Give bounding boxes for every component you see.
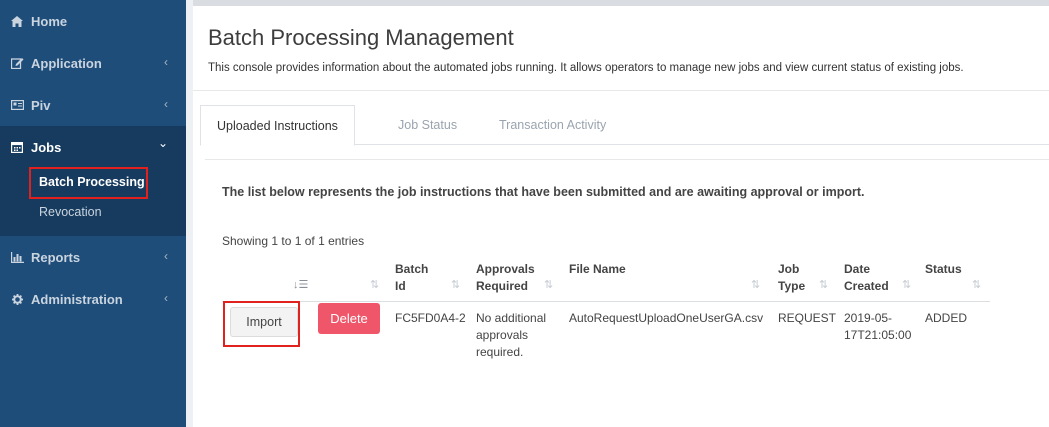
sort-icon[interactable]: ⇅: [370, 278, 379, 291]
chevron-left-icon: ‹: [164, 55, 168, 69]
tab-job-status[interactable]: Job Status: [382, 105, 473, 145]
column-header-batch-id[interactable]: Batch Id: [395, 261, 428, 295]
column-header-date-created[interactable]: Date Created: [844, 261, 889, 295]
divider: [193, 90, 1049, 91]
sort-active-icon[interactable]: ↓☰: [293, 278, 308, 291]
home-icon: [10, 14, 24, 28]
bar-chart-icon: [10, 250, 24, 264]
main-content: Batch Processing Management This console…: [193, 6, 1049, 427]
sort-icon[interactable]: ⇅: [451, 278, 460, 291]
cell-job-type: REQUEST: [778, 311, 837, 325]
panel-intro-text: The list below represents the job instru…: [222, 185, 865, 199]
tab-bar: Uploaded Instructions Job Status Transac…: [200, 105, 1049, 146]
sidebar-item-label: Jobs: [31, 139, 62, 155]
sidebar-item-label: Application: [31, 55, 102, 71]
sidebar-item-application[interactable]: Application ‹: [0, 42, 186, 84]
sidebar-item-label: Administration: [31, 291, 123, 307]
delete-button[interactable]: Delete: [318, 303, 380, 334]
highlight-box: [29, 167, 148, 199]
sidebar-item-jobs[interactable]: Jobs ⌄: [0, 126, 186, 168]
page-title: Batch Processing Management: [208, 25, 514, 50]
sort-icon[interactable]: ⇅: [902, 278, 911, 291]
entries-info: Showing 1 to 1 of 1 entries: [222, 234, 365, 248]
column-header-file-name[interactable]: File Name: [569, 261, 626, 278]
sidebar-subitem-revocation[interactable]: Revocation: [39, 205, 102, 219]
tab-transaction-activity[interactable]: Transaction Activity: [483, 105, 622, 145]
sidebar: Home Application ‹ Piv ‹ Jobs ⌄ Batch Pr…: [0, 0, 186, 427]
cell-batch-id: FC5FD0A4-2: [395, 311, 466, 325]
tab-uploaded-instructions[interactable]: Uploaded Instructions: [200, 105, 355, 146]
edit-icon: [10, 56, 24, 70]
chevron-down-icon: ⌄: [157, 136, 168, 150]
cell-date-created: 2019-05- 17T21:05:00: [844, 311, 912, 342]
import-button[interactable]: Import: [230, 307, 298, 337]
sort-icon[interactable]: ⇅: [544, 278, 553, 291]
sidebar-item-administration[interactable]: Administration ‹: [0, 278, 186, 320]
id-card-icon: [10, 98, 24, 112]
sidebar-item-label: Reports: [31, 249, 81, 265]
sort-icon[interactable]: ⇅: [751, 278, 760, 291]
sidebar-item-home[interactable]: Home: [0, 0, 186, 42]
column-header-job-type[interactable]: Job Type: [778, 261, 805, 295]
sort-icon[interactable]: ⇅: [819, 278, 828, 291]
uploaded-instructions-panel: The list below represents the job instru…: [205, 159, 1049, 427]
cell-status: ADDED: [925, 311, 968, 325]
sidebar-item-piv[interactable]: Piv ‹: [0, 84, 186, 126]
page-subtitle: This console provides information about …: [208, 62, 964, 74]
table-header-divider: [222, 301, 990, 302]
sidebar-item-reports[interactable]: Reports ‹: [0, 236, 186, 278]
chevron-left-icon: ‹: [164, 249, 168, 263]
sidebar-item-label: Home: [31, 13, 68, 29]
gear-icon: [10, 292, 24, 306]
sort-icon[interactable]: ⇅: [972, 278, 981, 291]
sidebar-item-label: Piv: [31, 97, 51, 113]
calendar-icon: [10, 140, 24, 154]
chevron-left-icon: ‹: [164, 291, 168, 305]
chevron-left-icon: ‹: [164, 97, 168, 111]
cell-approvals-required: No additional approvals required.: [476, 311, 547, 359]
column-header-approvals-required[interactable]: Approvals Required: [476, 261, 535, 295]
column-header-status[interactable]: Status: [925, 261, 962, 278]
cell-file-name: AutoRequestUploadOneUserGA.csv: [569, 311, 764, 325]
